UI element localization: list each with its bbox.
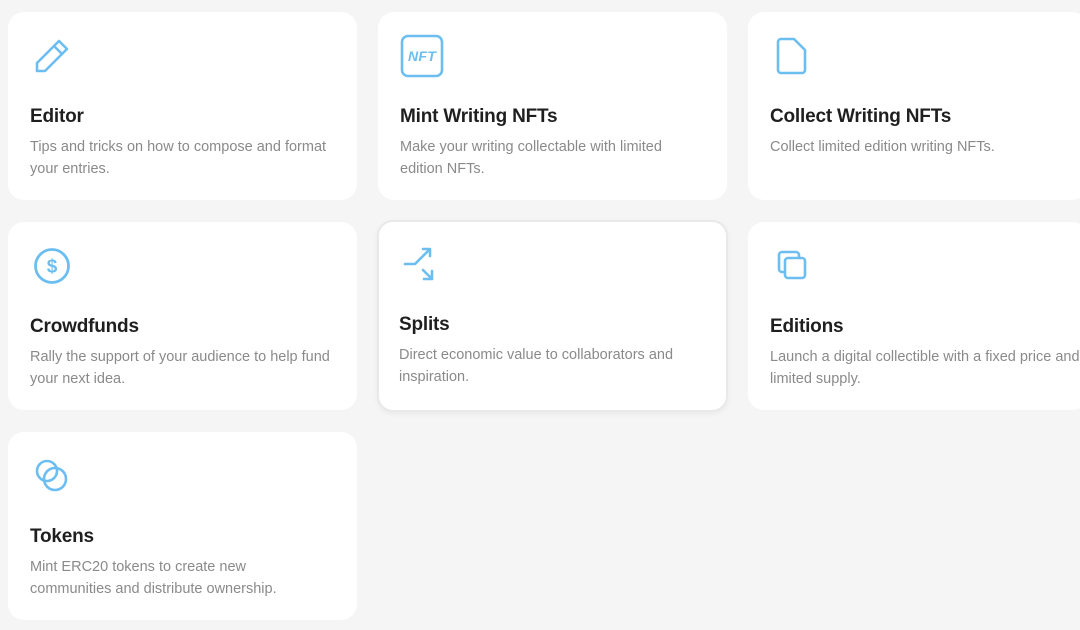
card-splits[interactable]: Splits Direct economic value to collabor… [377,220,728,412]
card-title: Mint Writing NFTs [400,106,558,127]
nft-icon: NFT [400,34,444,78]
card-title: Collect Writing NFTs [770,106,952,127]
card-editions[interactable]: Editions Launch a digital collectible wi… [748,222,1080,410]
card-title: Editions [770,316,844,337]
card-title: Splits [399,314,450,335]
card-description: Tips and tricks on how to compose and fo… [30,139,327,177]
pencil-icon [30,34,74,78]
card-description: Rally the support of your audience to he… [30,349,330,387]
card-crowdfunds[interactable]: $ Crowdfunds Rally the support of your a… [8,222,357,410]
split-arrows-icon [399,242,443,286]
card-mint-writing-nfts[interactable]: NFT Mint Writing NFTs Make your writing … [378,12,727,200]
card-title: Crowdfunds [30,316,139,337]
copy-squares-icon [770,244,814,288]
card-description: Launch a digital collectible with a fixe… [770,349,1080,387]
card-description: Direct economic value to collaborators a… [399,347,674,385]
card-title: Editor [30,106,84,127]
svg-text:$: $ [47,257,58,278]
overlapping-circles-icon [30,454,74,498]
card-tokens[interactable]: Tokens Mint ERC20 tokens to create new c… [8,432,357,620]
card-description: Make your writing collectable with limit… [400,139,662,177]
dollar-coin-icon: $ [30,244,74,288]
card-editor[interactable]: Editor Tips and tricks on how to compose… [8,12,357,200]
card-description: Mint ERC20 tokens to create new communit… [30,559,277,597]
card-title: Tokens [30,526,94,547]
card-collect-writing-nfts[interactable]: Collect Writing NFTs Collect limited edi… [748,12,1080,200]
nft-icon-label: NFT [407,48,437,64]
card-description: Collect limited edition writing NFTs. [770,139,995,155]
document-icon [770,34,814,78]
feature-grid: Editor Tips and tricks on how to compose… [0,0,1080,630]
